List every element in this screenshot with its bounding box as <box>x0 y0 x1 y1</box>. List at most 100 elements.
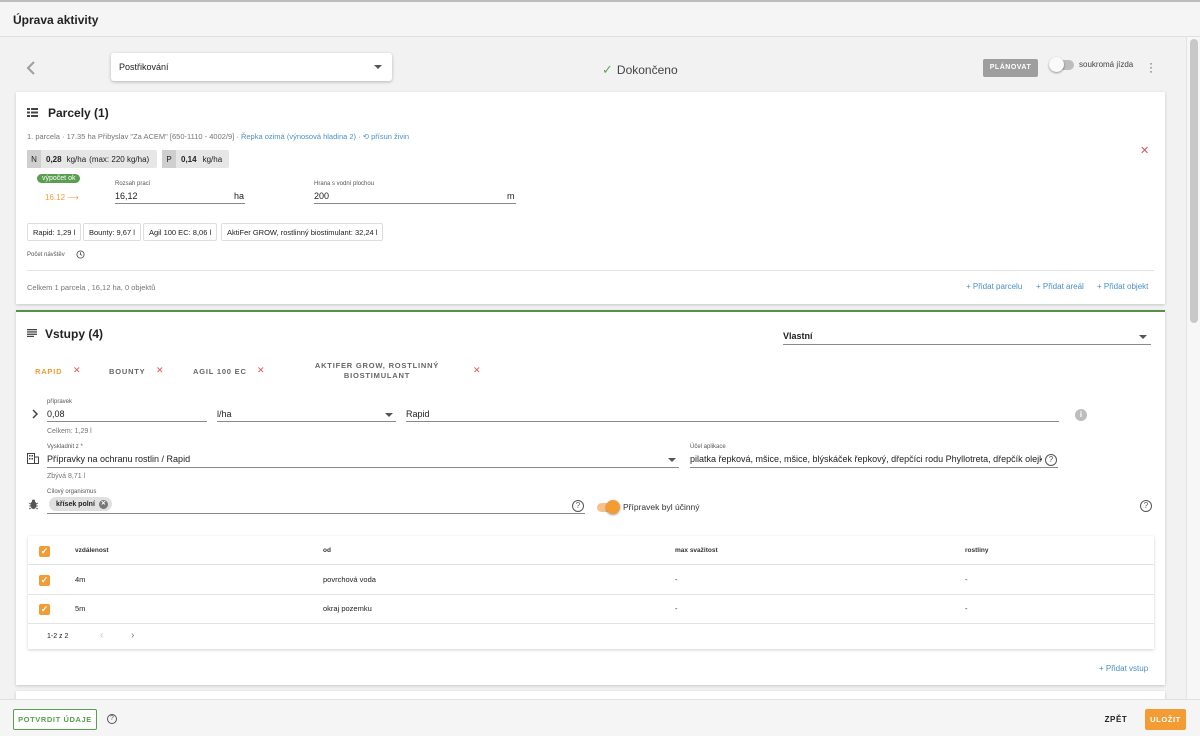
parcels-summary: Celkem 1 parcela , 16,12 ha, 0 objektů <box>27 283 156 292</box>
effective-label: Přípravek byl účinný <box>623 502 700 512</box>
nutrient-unit: kg/ha <box>66 154 87 164</box>
dose-input[interactable]: 0,08 <box>47 406 207 422</box>
effective-toggle[interactable] <box>606 500 620 514</box>
preparation-total: Celkem: 1,29 l <box>47 428 92 435</box>
work-range-label: Rozsah prací <box>115 181 151 187</box>
private-ride-toggle[interactable] <box>1049 57 1064 72</box>
water-edge-unit: m <box>507 191 515 201</box>
next-card <box>16 691 1165 699</box>
title-bar: Úprava aktivity <box>0 0 1200 37</box>
plus-icon: + <box>1036 282 1043 291</box>
parcels-title: Parcely (1) <box>48 106 109 120</box>
unit-select[interactable]: l/ha <box>217 406 396 422</box>
table-cell: - <box>675 575 678 584</box>
chevron-right-icon[interactable]: › <box>131 630 134 641</box>
tab-rapid[interactable]: RAPID <box>35 367 62 376</box>
yield-level-link[interactable]: (výnosová hladina 2) <box>287 132 356 141</box>
unit-value: l/ha <box>217 409 232 419</box>
target-input[interactable]: křísek polní ✕ <box>47 496 585 514</box>
table-cell: povrchová voda <box>323 575 376 584</box>
tab-agil[interactable]: AGIL 100 EC <box>193 367 247 376</box>
more-menu-icon[interactable]: · · · <box>1146 57 1156 77</box>
status-text: Dokončeno <box>616 63 678 77</box>
parcel-prefix: 1. parcela <box>27 132 60 141</box>
help-icon[interactable]: ? <box>1140 500 1152 512</box>
plan-button[interactable]: PLÁNOVAT <box>983 59 1038 77</box>
stock-remaining: Zbývá 8,71 l <box>47 473 86 480</box>
chevron-down-icon <box>668 458 676 462</box>
select-all-checkbox[interactable]: ✓ <box>39 546 50 557</box>
info-icon[interactable]: i <box>1075 409 1087 421</box>
table-cell: 4m <box>75 575 86 584</box>
product-tag: Rapid: 1,29 l <box>27 223 82 241</box>
parcels-grid-icon <box>27 108 38 117</box>
target-label: Cílový organismus <box>47 489 97 495</box>
activity-type-select[interactable]: Postřikování <box>111 53 392 81</box>
chevron-down-icon <box>374 65 382 69</box>
scrollbar-thumb[interactable] <box>1190 39 1198 323</box>
parcels-card: Parcely (1) 1. parcela · 17.35 ha Přibys… <box>16 92 1165 304</box>
chevron-left-icon[interactable]: ‹ <box>100 630 103 641</box>
tab-bounty[interactable]: BOUNTY <box>109 367 145 376</box>
table-cell: okraj pozemku <box>323 604 372 613</box>
back-button[interactable]: ZPĚT <box>1097 709 1135 730</box>
nutrient-chip-n: N 0,28 kg/ha (max: 220 kg/ha) <box>27 150 157 168</box>
stock-select[interactable]: Přípravky na ochranu rostlin / Rapid <box>47 451 679 468</box>
column-header: max svažitost <box>675 547 718 554</box>
target-chip: křísek polní ✕ <box>49 497 112 511</box>
save-button[interactable]: ULOŽIT <box>1145 709 1186 730</box>
nutrient-link[interactable]: přísun živin <box>371 132 409 141</box>
close-icon[interactable]: ✕ <box>73 365 81 376</box>
chevron-left-icon[interactable] <box>22 59 40 77</box>
add-area-link[interactable]: + Přidat areál <box>1036 282 1084 291</box>
help-icon[interactable]: ? <box>1045 454 1057 466</box>
help-icon[interactable]: ? <box>107 714 117 724</box>
chevron-down-icon <box>385 413 393 417</box>
product-tag: AktiFer GROW, rostlinný biostimulant: 32… <box>221 223 384 241</box>
clock-icon[interactable] <box>76 250 85 259</box>
scrollbar[interactable] <box>1186 37 1200 699</box>
preparation-name: Rapid <box>406 409 430 419</box>
close-icon[interactable]: ✕ <box>473 365 481 376</box>
window-title: Úprava aktivity <box>13 13 99 27</box>
stock-label: Vyskladnit z * <box>47 444 83 450</box>
column-header: rostliny <box>965 547 989 554</box>
remove-parcel-icon[interactable]: ✕ <box>1140 144 1149 157</box>
add-input-link[interactable]: + Přidat vstup <box>1099 664 1148 673</box>
add-object-label: Přidat objekt <box>1103 282 1149 291</box>
parcel-description: 17.35 ha Přibyslav "Za ACEM" [650-1110 -… <box>66 132 235 141</box>
calc-badge: výpočet ok <box>37 174 81 183</box>
purpose-input[interactable]: pilatka řepková, mšice, mšice, blýskáček… <box>690 451 1058 468</box>
add-object-link[interactable]: + Přidat objekt <box>1097 282 1148 291</box>
divider <box>27 270 1154 271</box>
add-parcel-label: Přidat parcelu <box>972 282 1023 291</box>
close-icon[interactable]: ✕ <box>257 365 265 376</box>
visits-label: Počet návštěv <box>27 252 65 258</box>
add-parcel-link[interactable]: + Přidat parcelu <box>966 282 1022 291</box>
work-range-input[interactable]: 16,12 ha <box>115 188 245 204</box>
pagination-text: 1-2 z 2 <box>47 633 69 640</box>
row-checkbox[interactable]: ✓ <box>39 575 50 586</box>
table-row[interactable]: ✓ 4m povrchová voda - - <box>28 565 1154 594</box>
help-icon[interactable]: ? <box>572 500 584 512</box>
purpose-value: pilatka řepková, mšice, mšice, blýskáček… <box>690 454 1042 464</box>
crop-link[interactable]: Řepka ozimá <box>241 132 285 141</box>
inputs-mode-select[interactable]: Vlastní <box>783 328 1151 345</box>
table-row[interactable]: ✓ 5m okraj pozemku - - <box>28 595 1154 623</box>
chevron-right-icon[interactable] <box>31 409 39 419</box>
calc-value-link[interactable]: 16.12 ⟶ <box>45 193 79 202</box>
close-icon[interactable]: ✕ <box>156 365 164 376</box>
water-edge-input[interactable]: 200 m <box>314 188 516 204</box>
stock-value: Přípravky na ochranu rostlin / Rapid <box>47 454 191 464</box>
tab-aktifer[interactable]: AKTIFER GROW, ROSTLINNÝ BIOSTIMULANT <box>312 361 442 381</box>
column-header: vzdálenost <box>75 547 109 554</box>
close-icon[interactable]: ✕ <box>98 499 108 509</box>
main-content: Postřikování ✓ Dokončeno PLÁNOVAT soukrom… <box>0 37 1186 699</box>
divider <box>28 623 1154 624</box>
purpose-label: Účel aplikace <box>690 444 726 450</box>
confirm-data-button[interactable]: POTVRDIT ÚDAJE <box>13 709 97 730</box>
water-edge-value: 200 <box>314 191 330 201</box>
row-checkbox[interactable]: ✓ <box>39 604 50 615</box>
nutrient-value: 0,28 <box>46 154 62 164</box>
preparation-name-input[interactable]: Rapid <box>406 406 1059 422</box>
